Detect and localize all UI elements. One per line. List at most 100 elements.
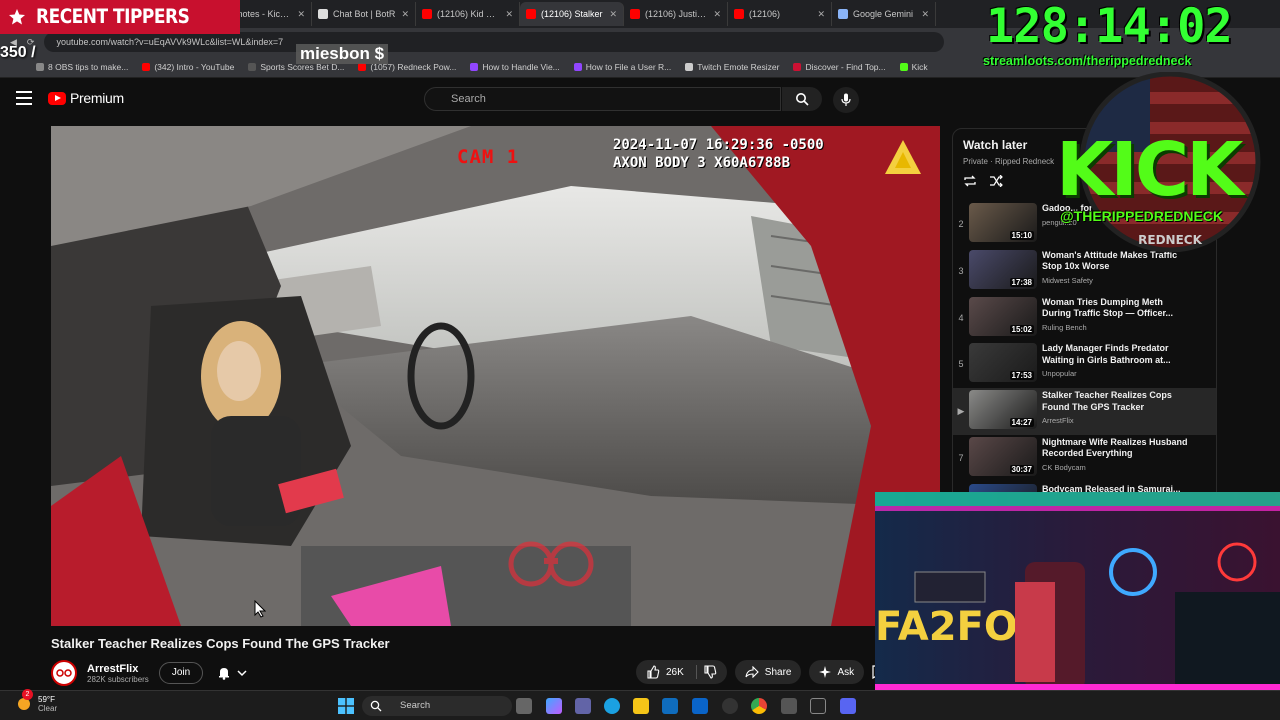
playlist-item-meta: Stalker Teacher Realizes Cops Found The …	[1042, 390, 1192, 425]
playlist-item-channel: ArrestFlix	[1042, 416, 1074, 426]
shuffle-icon[interactable]	[989, 175, 1003, 187]
teams-icon[interactable]	[575, 698, 591, 714]
playlist-item-meta: Lady Manager Finds Predator Waiting in G…	[1042, 343, 1192, 378]
windows-taskbar: 59°F Clear Search 2	[0, 689, 1280, 720]
bookmark-favicon-icon	[793, 62, 802, 71]
video-player[interactable]: CAM 1 2024-11-07 16:29:36 -0500 AXON BOD…	[51, 126, 940, 626]
playlist-item[interactable]: 3 17:38 Woman's Attitude Makes Traffic Sto…	[953, 248, 1216, 295]
join-button[interactable]: Join	[158, 662, 204, 684]
playlist-item[interactable]: 7 30:37 Nightmare Wife Realizes Husband Re…	[953, 435, 1216, 482]
playlist-item-thumbnail[interactable]: 15:02	[969, 296, 1037, 336]
channel-name[interactable]: ArrestFlix	[87, 663, 149, 675]
channel-avatar[interactable]	[51, 660, 77, 686]
star-icon	[9, 9, 25, 25]
like-button[interactable]: 26K	[636, 660, 727, 684]
playlist-item-thumbnail[interactable]: 17:38	[969, 249, 1037, 289]
close-tab-icon[interactable]: ✕	[713, 9, 721, 20]
screen-root: { "browser": { "tabs": [ {"label": "stre…	[0, 0, 1280, 720]
store-icon[interactable]	[662, 698, 678, 714]
playlist-item-title: Woman Tries Dumping Meth During Traffic …	[1042, 296, 1174, 319]
playlist-item-channel: Ruling Bench	[1042, 322, 1087, 332]
address-bar[interactable]: youtube.com/watch?v=uEqAVVk9WLc&list=WL&…	[44, 32, 945, 52]
bookmark-item[interactable]: Kick	[899, 61, 928, 72]
browser-tab[interactable]: (12106) Stalker ✕	[520, 2, 624, 26]
axon-logo-icon	[885, 140, 921, 174]
close-tab-icon[interactable]: ✕	[297, 9, 305, 20]
taskbar-search-icon	[370, 700, 382, 712]
playlist-item-channel: Unpopular	[1042, 369, 1077, 379]
notification-bell-button[interactable]	[217, 666, 247, 680]
ask-label: Ask	[837, 666, 855, 678]
bookmark-label: (342) Intro - YouTube	[154, 61, 235, 72]
loop-icon[interactable]	[963, 175, 977, 187]
voice-search-button[interactable]	[833, 87, 859, 113]
thumbs-down-icon[interactable]	[703, 665, 717, 679]
url-text: youtube.com/watch?v=uEqAVVk9WLc&list=WL&…	[56, 37, 284, 47]
tab-label: (12106) Stalker	[541, 9, 603, 19]
youtube-logo-text: Premium	[70, 90, 124, 106]
obs-icon[interactable]	[722, 698, 738, 714]
bookmark-item[interactable]: (342) Intro - YouTube	[142, 62, 234, 72]
terminal-icon[interactable]	[810, 698, 826, 714]
discord-icon[interactable]	[840, 698, 856, 714]
edge-icon[interactable]	[604, 698, 620, 714]
browser-tab[interactable]: Chat Bot | BotR ✕	[312, 2, 416, 26]
playlist-item-index: ▶	[957, 406, 965, 417]
sparkle-icon	[819, 666, 832, 678]
windows-start-icon[interactable]	[338, 698, 354, 714]
playlist-subtitle: Private · Ripped Redneck	[963, 157, 1055, 166]
subscriber-count: 282K subscribers	[87, 674, 149, 684]
playlist-item-title: Nightmare Wife Realizes Husband Recorded…	[1042, 436, 1188, 459]
file-explorer-icon[interactable]	[633, 698, 649, 714]
playlist-item-index: 3	[958, 265, 964, 276]
browser-tab[interactable]: (12106) Justin T ✕	[624, 2, 728, 26]
playlist-item-index: 5	[958, 359, 964, 370]
search-button[interactable]	[782, 87, 822, 111]
playlist-item[interactable]: ▶ 14:27 Stalker Teacher Realizes Cops Foun…	[953, 388, 1216, 435]
close-tab-icon[interactable]: ✕	[817, 9, 825, 20]
bodycam-timestamp: 2024-11-07 16:29:36 -0500 AXON BODY 3 X6…	[613, 136, 824, 172]
chrome-icon[interactable]	[751, 698, 767, 714]
outlook-icon[interactable]	[692, 698, 708, 714]
task-view-icon[interactable]	[516, 698, 532, 714]
bookmark-label: Discover - Find Top...	[805, 61, 886, 72]
bookmark-item[interactable]: How to Handle Vie...	[470, 62, 560, 72]
channel-info: ArrestFlix 282K subscribers	[87, 663, 149, 684]
notification-count: 2	[22, 689, 33, 700]
playlist-item[interactable]: 5 17:53 Lady Manager Finds Predator Waitin…	[953, 341, 1216, 388]
close-tab-icon[interactable]: ✕	[921, 9, 929, 20]
bookmark-item[interactable]: 8 OBS tips to make...	[36, 62, 128, 72]
app-icon[interactable]	[781, 698, 797, 714]
video-frame-image	[51, 126, 940, 626]
close-tab-icon[interactable]: ✕	[401, 9, 409, 20]
bookmark-item[interactable]: Twitch Emote Resizer	[685, 62, 779, 72]
bookmark-item[interactable]: Discover - Find Top...	[793, 61, 886, 72]
browser-tab[interactable]: (12106) ✕	[728, 2, 832, 26]
youtube-logo[interactable]: Premium	[48, 90, 124, 106]
browser-tab[interactable]: (12106) Kid Roc ✕	[416, 2, 520, 26]
tip-counter-text: 350 /	[0, 44, 36, 61]
close-tab-icon[interactable]: ✕	[505, 9, 513, 20]
playlist-item-duration: 30:37	[1009, 464, 1034, 474]
bookmark-favicon-icon	[573, 62, 582, 71]
playlist-item-thumbnail[interactable]: 15:10	[969, 203, 1037, 242]
close-tab-icon[interactable]: ✕	[609, 9, 617, 20]
playlist-item-thumbnail[interactable]: 17:53	[969, 343, 1037, 383]
bookmark-label: Twitch Emote Resizer	[697, 61, 780, 72]
ask-button[interactable]: Ask	[809, 660, 865, 684]
playlist-item-thumbnail[interactable]: 30:37	[969, 436, 1037, 476]
bookmark-favicon-icon	[248, 62, 257, 71]
browser-tab[interactable]: Google Gemini ✕	[832, 2, 936, 26]
bookmark-favicon-icon	[36, 62, 44, 71]
playlist-item-thumbnail[interactable]: 14:27	[969, 390, 1037, 430]
bookmark-label: Kick	[911, 61, 928, 72]
playlist-item[interactable]: 4 15:02 Woman Tries Dumping Meth During Tr…	[953, 295, 1216, 342]
bookmark-item[interactable]: How to File a User R...	[573, 62, 671, 72]
share-button[interactable]: Share	[734, 660, 802, 684]
taskbar-search[interactable]: Search	[362, 696, 512, 716]
share-label: Share	[764, 666, 792, 678]
playlist-title[interactable]: Watch later	[963, 138, 1027, 152]
search-input[interactable]: Search	[424, 87, 781, 111]
hamburger-menu-icon[interactable]	[16, 91, 32, 105]
copilot-icon[interactable]	[546, 698, 562, 714]
